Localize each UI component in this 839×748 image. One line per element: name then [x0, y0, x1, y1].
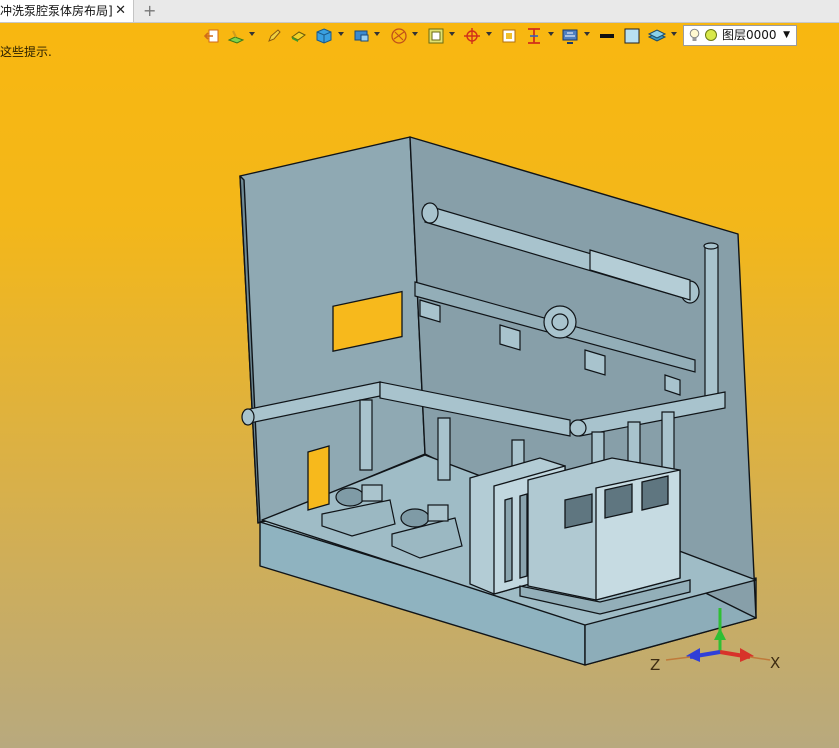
z-axis-label: Z — [650, 656, 660, 674]
x-axis-label: X — [770, 654, 780, 672]
model-viewport[interactable]: X Z — [0, 0, 839, 748]
